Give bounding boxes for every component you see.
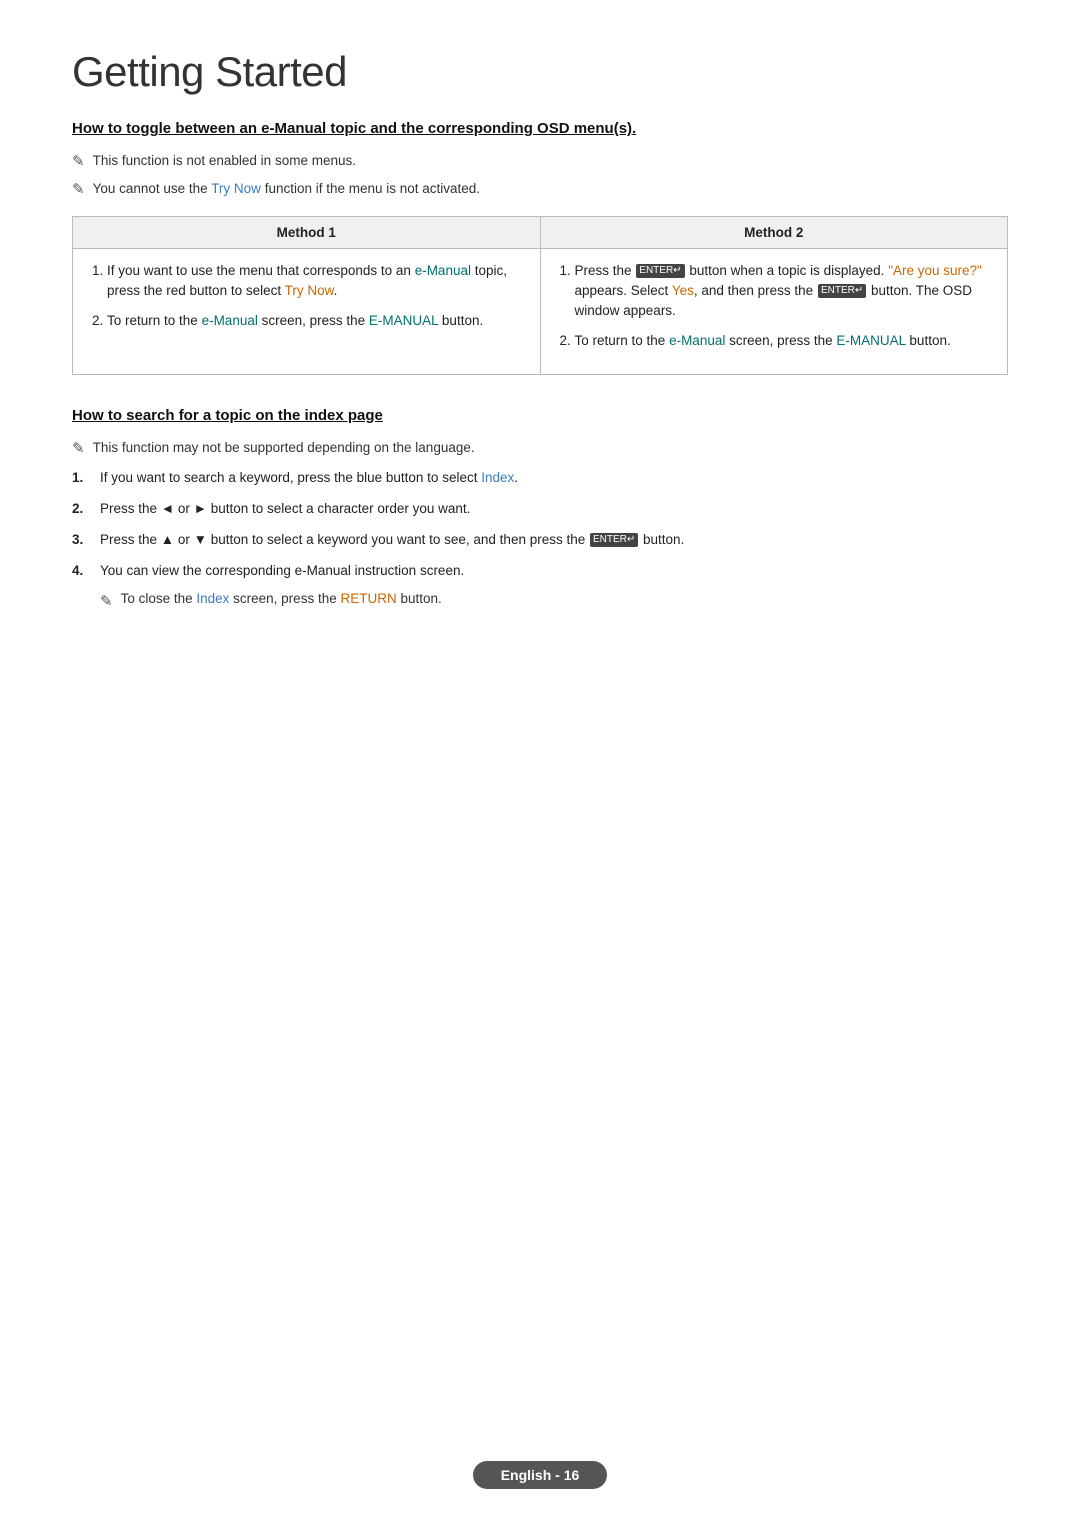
- section2: How to search for a topic on the index p…: [72, 407, 1008, 611]
- section2-step3: 3. Press the ▲ or ▼ button to select a k…: [72, 530, 1008, 551]
- page-number-badge: English - 16: [473, 1461, 608, 1489]
- method2-step2: To return to the e-Manual screen, press …: [575, 331, 992, 351]
- page-footer: English - 16: [0, 1461, 1080, 1489]
- try-now-link[interactable]: Try Now: [211, 181, 261, 196]
- method2-header: Method 2: [540, 216, 1008, 248]
- try-now-link-m1[interactable]: Try Now: [285, 283, 334, 298]
- index-link-sub[interactable]: Index: [196, 591, 229, 606]
- section2-step2: 2. Press the ◄ or ► button to select a c…: [72, 499, 1008, 520]
- page-title: Getting Started: [72, 48, 1008, 96]
- section2-note1: ✎ This function may not be supported dep…: [72, 438, 1008, 458]
- note-icon-s2: ✎: [72, 439, 85, 457]
- method1-step2: To return to the e-Manual screen, press …: [107, 311, 524, 331]
- section1-note2-text: You cannot use the Try Now function if t…: [93, 179, 480, 199]
- emanual-button-m2[interactable]: E-MANUAL: [836, 333, 905, 348]
- method-table: Method 1 Method 2 If you want to use the…: [72, 216, 1008, 375]
- enter-badge-m2-2: ENTER↵: [818, 284, 866, 298]
- enter-badge-m2-1: ENTER↵: [636, 264, 684, 278]
- method1-cell: If you want to use the menu that corresp…: [73, 248, 541, 374]
- method2-step1: Press the ENTER↵ button when a topic is …: [575, 261, 992, 322]
- method2-cell: Press the ENTER↵ button when a topic is …: [540, 248, 1008, 374]
- emanual-link-m2[interactable]: e-Manual: [669, 333, 725, 348]
- section2-heading: How to search for a topic on the index p…: [72, 407, 1008, 424]
- enter-badge-s3: ENTER↵: [590, 533, 638, 547]
- section1-note1-text: This function is not enabled in some men…: [93, 151, 356, 171]
- section2-sub-note: ✎ To close the Index screen, press the R…: [100, 591, 1008, 610]
- index-link-s1[interactable]: Index: [481, 470, 514, 485]
- emanual-link-m1-2[interactable]: e-Manual: [202, 313, 258, 328]
- section2-steps: 1. If you want to search a keyword, pres…: [72, 468, 1008, 582]
- note-icon-2: ✎: [72, 180, 85, 198]
- section2-step1: 1. If you want to search a keyword, pres…: [72, 468, 1008, 489]
- emanual-link-m1-1[interactable]: e-Manual: [415, 263, 471, 278]
- page-content: Getting Started How to toggle between an…: [0, 0, 1080, 690]
- section1-note2: ✎ You cannot use the Try Now function if…: [72, 179, 1008, 199]
- emanual-button-m1[interactable]: E-MANUAL: [369, 313, 438, 328]
- section1-note1: ✎ This function is not enabled in some m…: [72, 151, 1008, 171]
- section1-heading: How to toggle between an e-Manual topic …: [72, 120, 1008, 137]
- sub-note-text: To close the Index screen, press the RET…: [121, 591, 442, 606]
- section2-step4: 4. You can view the corresponding e-Manu…: [72, 561, 1008, 582]
- sub-note-icon: ✎: [100, 592, 113, 610]
- section2-note1-text: This function may not be supported depen…: [93, 438, 475, 458]
- note-icon-1: ✎: [72, 152, 85, 170]
- method1-step1: If you want to use the menu that corresp…: [107, 261, 524, 302]
- method1-header: Method 1: [73, 216, 541, 248]
- return-link[interactable]: RETURN: [340, 591, 396, 606]
